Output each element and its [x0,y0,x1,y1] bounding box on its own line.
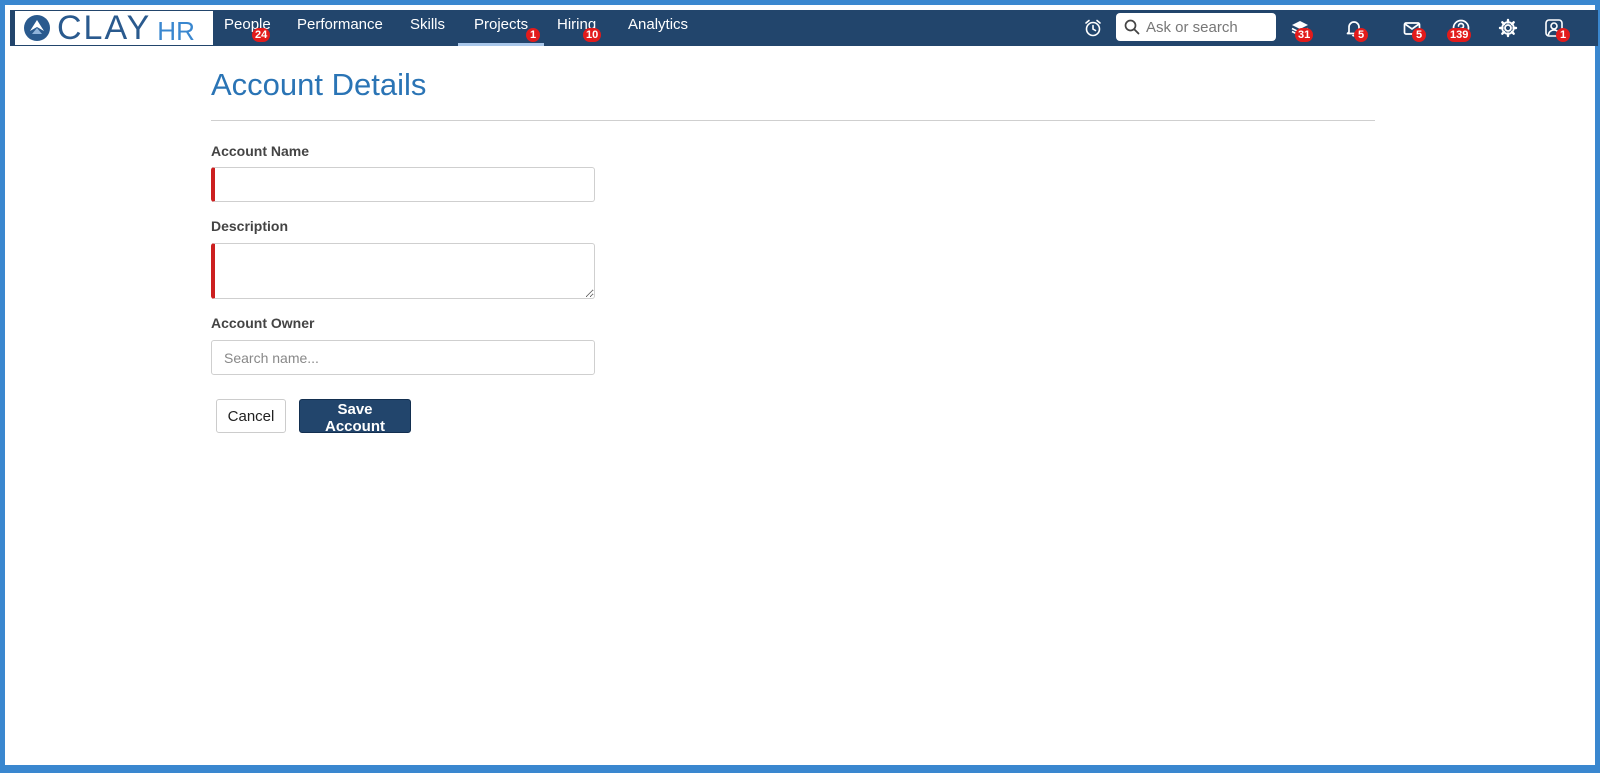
save-account-button[interactable]: Save Account [299,399,411,435]
learning-button[interactable]: 31 [1286,10,1326,46]
logo-suffix: HR [157,16,195,46]
nav-performance[interactable]: Performance [297,10,383,46]
page-title: Account Details [211,67,427,102]
nav-projects-label: Projects [474,16,529,33]
nav-performance-label: Performance [297,16,383,33]
notifications-button[interactable]: 5 [1340,10,1380,46]
nav-people[interactable]: People 24 [224,10,271,46]
top-nav-bar: CLAY HR People 24 Performance Skills Pro… [10,10,1598,46]
gear-icon[interactable] [1498,18,1518,38]
account-name-input[interactable] [211,167,595,202]
projects-badge: 1 [526,28,540,42]
hiring-badge: 10 [583,28,602,42]
nav-skills[interactable]: Skills [410,10,445,46]
messages-badge: 5 [1412,28,1426,42]
profile-badge: 1 [1556,28,1570,42]
profile-button[interactable]: 1 [1540,10,1580,46]
nav-analytics[interactable]: Analytics [628,10,688,46]
nav-projects[interactable]: Projects 1 [457,10,545,46]
account-name-label: Account Name [211,143,310,159]
logo-wordmark: CLAY [57,9,152,47]
clayhr-logo[interactable]: CLAY HR [15,9,213,47]
nav-hiring[interactable]: Hiring 10 [557,10,602,46]
nav-skills-label: Skills [410,16,446,33]
learning-badge: 31 [1295,28,1314,42]
title-divider [211,120,1375,121]
cancel-button[interactable]: Cancel [216,399,286,433]
description-label: Description [211,218,289,234]
help-button[interactable]: 139 [1445,10,1489,46]
messages-button[interactable]: 5 [1398,10,1438,46]
description-textarea[interactable] [211,243,595,299]
nav-analytics-label: Analytics [628,16,689,33]
help-badge: 139 [1447,28,1472,42]
app-frame: CLAY HR People 24 Performance Skills Pro… [0,0,1600,773]
alarm-clock-icon[interactable] [1083,18,1103,38]
account-owner-label: Account Owner [211,315,315,331]
account-owner-search-input[interactable] [211,340,595,375]
people-badge: 24 [252,28,271,42]
search-input[interactable] [1144,17,1274,37]
clayhr-logo-icon [24,15,50,41]
search-icon [1124,19,1140,35]
global-search[interactable] [1116,13,1276,41]
notifications-badge: 5 [1354,28,1368,42]
